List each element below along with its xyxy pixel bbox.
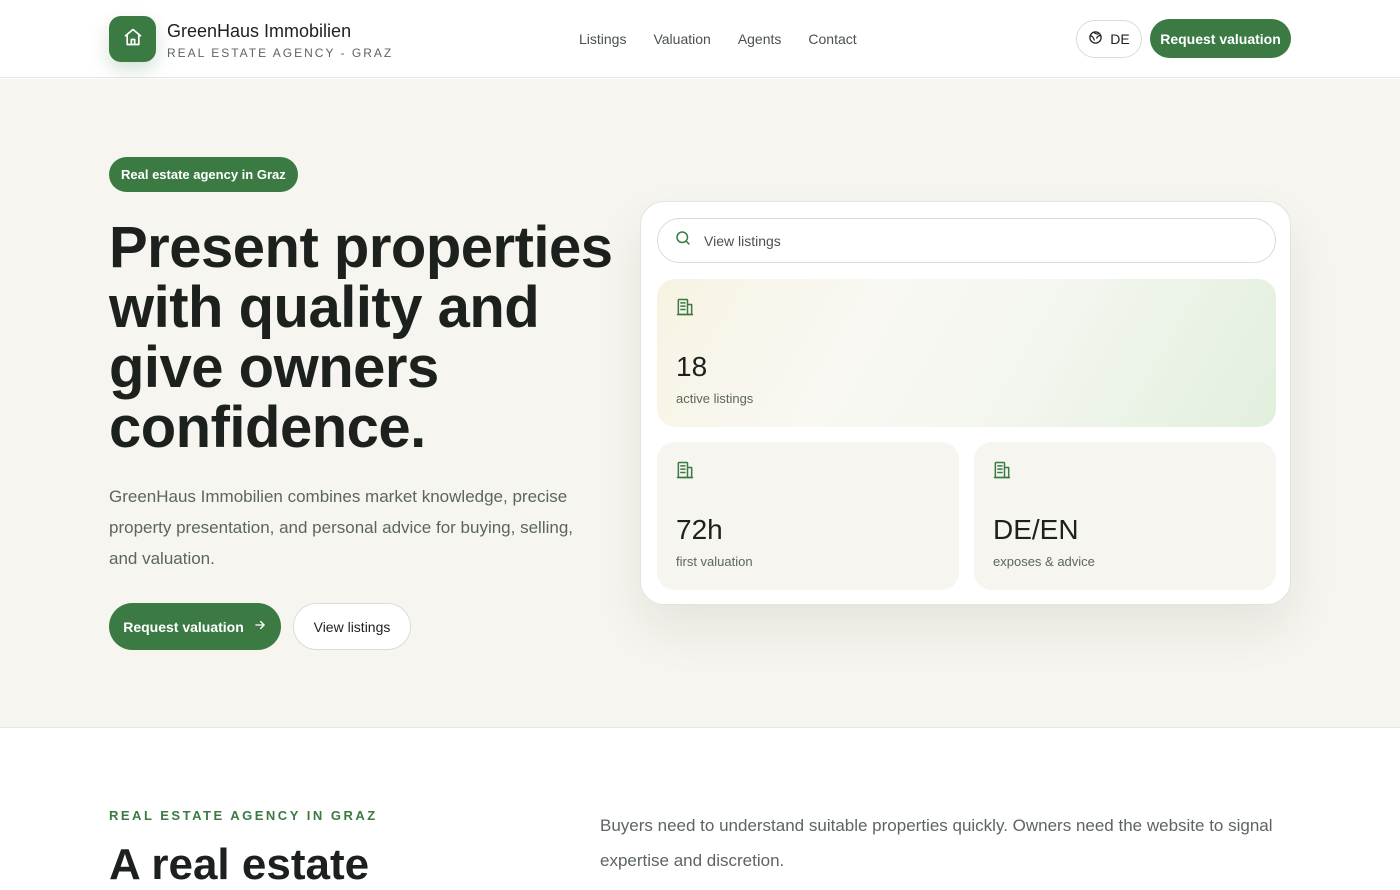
intro-eyebrow: REAL ESTATE AGENCY IN GRAZ: [109, 808, 378, 823]
nav-link-valuation[interactable]: Valuation: [653, 31, 710, 47]
hero-headline: Present properties with quality and give…: [109, 215, 613, 460]
stat-tile-active-listings: 18 active listings: [657, 279, 1276, 427]
intro-title: A real estate: [109, 840, 370, 889]
language-label: DE: [1110, 31, 1130, 47]
stat-value: 72h: [676, 514, 723, 545]
stat-label: active listings: [676, 391, 754, 406]
main-nav: Listings Valuation Agents Contact: [579, 31, 857, 47]
brand-logo[interactable]: [109, 16, 156, 62]
request-valuation-button[interactable]: Request valuation: [109, 603, 281, 650]
globe-icon: [1088, 30, 1103, 48]
arrow-right-icon: [253, 618, 267, 635]
nav-link-agents[interactable]: Agents: [738, 31, 782, 47]
nav-link-listings[interactable]: Listings: [579, 31, 626, 47]
building-icon: [675, 460, 695, 485]
building-icon: [992, 460, 1012, 485]
listing-search-bar[interactable]: View listings: [657, 218, 1276, 263]
stat-label: exposes & advice: [993, 554, 1095, 569]
stat-value: 18: [676, 351, 708, 382]
top-navigation-bar: GreenHaus Immobilien REAL ESTATE AGENCY …: [0, 0, 1400, 78]
language-switch-button[interactable]: DE: [1076, 20, 1142, 58]
stats-card: View listings 18 active listings 72h fir…: [640, 201, 1291, 605]
request-valuation-label: Request valuation: [123, 618, 244, 635]
nav-link-contact[interactable]: Contact: [808, 31, 856, 47]
intro-text: Buyers need to understand suitable prope…: [600, 816, 1273, 870]
building-icon: [675, 297, 695, 322]
request-valuation-header-button[interactable]: Request valuation: [1150, 19, 1291, 58]
hero-badge: Real estate agency in Graz: [109, 157, 298, 192]
stat-tile-first-valuation: 72h first valuation: [657, 442, 959, 590]
home-icon: [123, 27, 143, 52]
brand-name[interactable]: GreenHaus Immobilien: [167, 21, 351, 42]
hero-lead-text: GreenHaus Immobilien combines market kno…: [109, 487, 574, 568]
stat-tile-languages: DE/EN exposes & advice: [974, 442, 1276, 590]
brand-tagline: REAL ESTATE AGENCY - GRAZ: [167, 46, 394, 60]
search-placeholder: View listings: [704, 232, 781, 249]
view-listings-button[interactable]: View listings: [293, 603, 411, 650]
search-icon: [674, 229, 692, 252]
stat-value: DE/EN: [993, 514, 1079, 545]
stat-label: first valuation: [676, 554, 753, 569]
